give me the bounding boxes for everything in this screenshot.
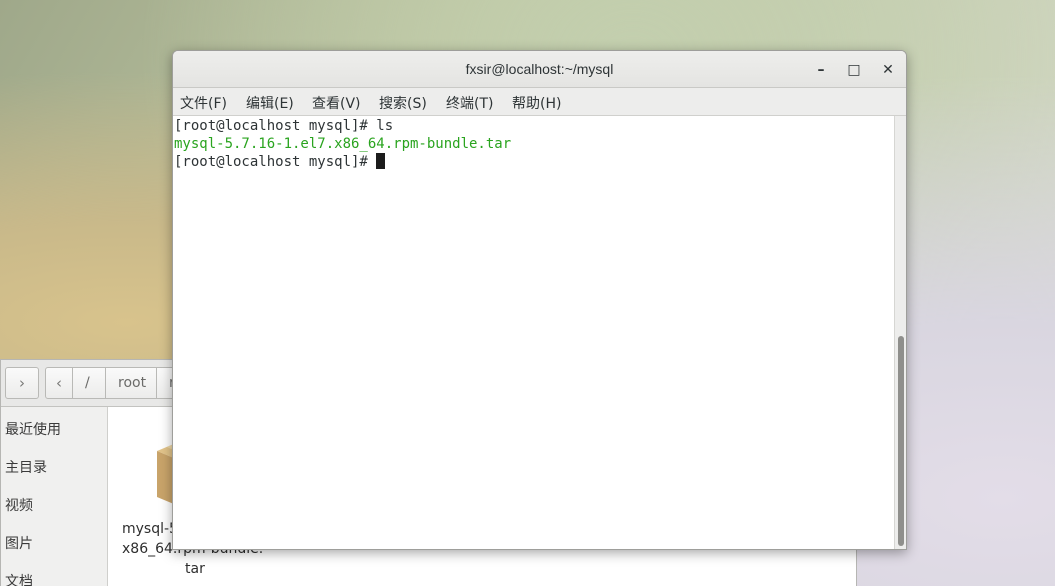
- close-icon: ✕: [882, 62, 894, 78]
- breadcrumb-root-dir[interactable]: root: [105, 367, 157, 399]
- sidebar-item-home[interactable]: 主目录: [5, 457, 47, 477]
- sidebar-item-documents[interactable]: 文档: [5, 571, 33, 586]
- close-button[interactable]: ✕: [878, 60, 898, 80]
- scrollbar-thumb[interactable]: [898, 336, 904, 546]
- menu-terminal[interactable]: 终端(T): [446, 93, 493, 113]
- menu-file[interactable]: 文件(F): [180, 93, 227, 113]
- menu-view[interactable]: 查看(V): [312, 93, 361, 113]
- sidebar-item-pictures[interactable]: 图片: [5, 533, 33, 553]
- terminal-output[interactable]: [root@localhost mysql]# ls mysql-5.7.16-…: [173, 116, 894, 549]
- menu-edit[interactable]: 编辑(E): [246, 93, 294, 113]
- prompt-text: [root@localhost mysql]#: [174, 154, 377, 170]
- breadcrumb-root[interactable]: /: [72, 367, 106, 399]
- file-manager-sidebar: 最近使用 主目录 视频 图片 文档: [1, 407, 108, 586]
- chevron-left-icon: ‹: [56, 374, 62, 392]
- sidebar-item-recent[interactable]: 最近使用: [5, 419, 61, 439]
- terminal-line: [root@localhost mysql]# ls: [174, 118, 394, 134]
- maximize-button[interactable]: □: [844, 60, 864, 80]
- menu-search[interactable]: 搜索(S): [379, 93, 427, 113]
- crumb-prev-button[interactable]: ‹: [45, 367, 73, 399]
- text-cursor: [376, 153, 386, 169]
- menu-bar: 文件(F) 编辑(E) 查看(V) 搜索(S) 终端(T) 帮助(H): [173, 88, 906, 116]
- maximize-icon: □: [847, 62, 861, 78]
- chevron-right-icon: ›: [19, 374, 25, 392]
- minimize-icon: –: [817, 62, 825, 78]
- terminal-window: fxsir@localhost:~/mysql – □ ✕ 文件(F) 编辑(E…: [172, 50, 907, 550]
- breadcrumb-root-label: /: [85, 375, 90, 391]
- terminal-line: [root@localhost mysql]#: [174, 153, 894, 171]
- terminal-titlebar[interactable]: fxsir@localhost:~/mysql – □ ✕: [173, 51, 906, 88]
- scrollbar[interactable]: [894, 116, 906, 549]
- file-name-line-3: tar: [185, 561, 205, 577]
- breadcrumb-root-dir-label: root: [118, 375, 147, 391]
- forward-button[interactable]: ›: [5, 367, 39, 399]
- window-title: fxsir@localhost:~/mysql: [465, 61, 614, 77]
- menu-help[interactable]: 帮助(H): [512, 93, 561, 113]
- terminal-line: mysql-5.7.16-1.el7.x86_64.rpm-bundle.tar: [174, 136, 512, 152]
- sidebar-item-videos[interactable]: 视频: [5, 495, 33, 515]
- minimize-button[interactable]: –: [811, 60, 831, 80]
